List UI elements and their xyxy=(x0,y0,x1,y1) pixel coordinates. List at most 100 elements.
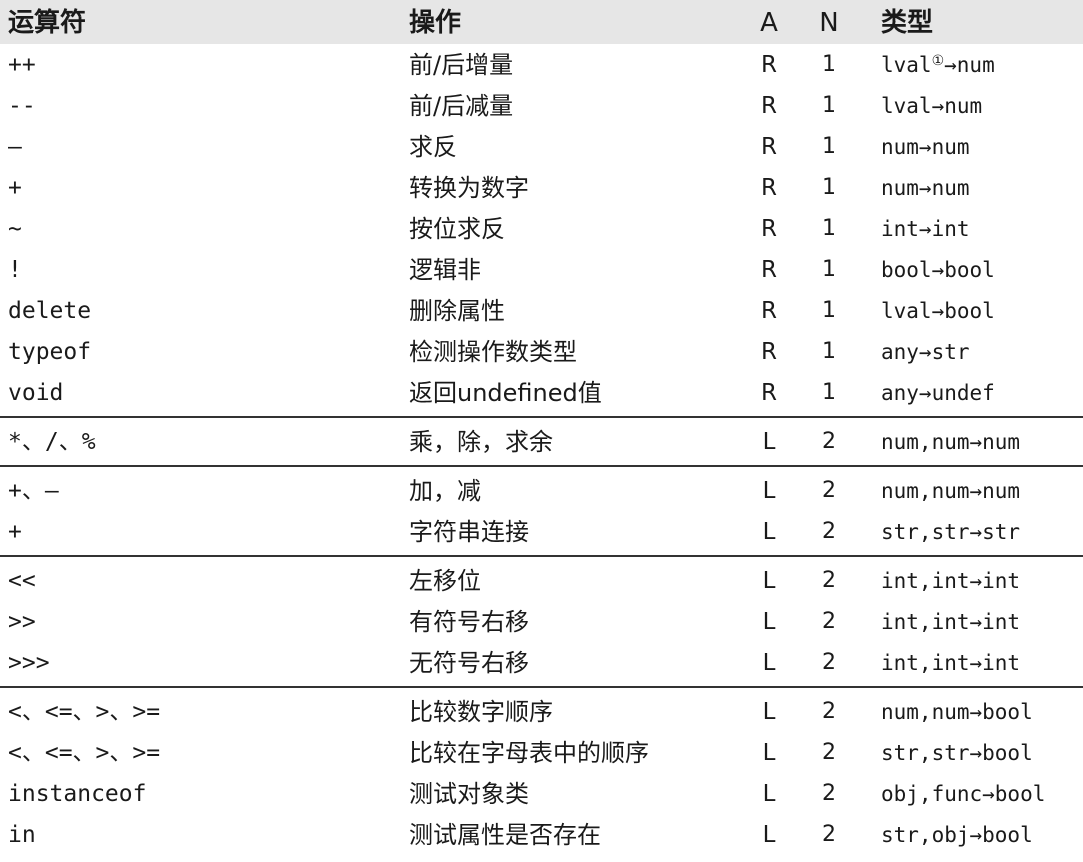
table-row: + 字符串连接 L 2 str,str→str xyxy=(0,511,1083,552)
type-cell: int,int→int xyxy=(881,610,1021,634)
table-header: 运算符 操作 A N 类型 xyxy=(0,0,1083,44)
operation-cell: 返回undefined值 xyxy=(409,379,602,407)
operation-cell: 删除属性 xyxy=(409,297,505,325)
operand-count-cell: 2 xyxy=(822,429,836,454)
type-cell: num,num→bool xyxy=(881,700,1033,724)
associativity-cell: R xyxy=(761,216,777,242)
type-cell: bool→bool xyxy=(881,258,995,282)
type-cell: str,str→bool xyxy=(881,741,1033,765)
table-row: *、/、% 乘，除，求余 L 2 num,num→num xyxy=(0,421,1083,462)
operation-cell: 无符号右移 xyxy=(409,649,529,677)
operator-cell: <、<=、>、>= xyxy=(8,699,161,725)
operator-cell: -- xyxy=(8,93,36,119)
operator-cell: ++ xyxy=(8,52,36,78)
operation-cell: 乘，除，求余 xyxy=(409,428,553,456)
type-cell: lval→num xyxy=(881,94,983,118)
associativity-cell: L xyxy=(762,781,776,807)
operation-cell: 求反 xyxy=(409,133,457,161)
operand-count-cell: 2 xyxy=(822,519,836,544)
type-cell: lval①→num xyxy=(881,49,995,81)
operator-cell: << xyxy=(8,568,36,594)
table-row: void 返回undefined值 R 1 any→undef xyxy=(0,372,1083,413)
header-operation: 操作 xyxy=(409,8,462,38)
operator-cell: ! xyxy=(8,257,22,283)
associativity-cell: L xyxy=(762,699,776,725)
type-cell: int→int xyxy=(881,217,970,241)
operation-cell: 前/后增量 xyxy=(409,51,514,79)
operator-cell: *、/、% xyxy=(8,429,96,455)
type-cell: num,num→num xyxy=(881,430,1021,454)
header-associativity: A xyxy=(760,8,778,38)
associativity-cell: L xyxy=(762,740,776,766)
operand-count-cell: 2 xyxy=(822,781,836,806)
operand-count-cell: 1 xyxy=(822,175,836,200)
operand-count-cell: 2 xyxy=(822,650,836,675)
table-row: << 左移位 L 2 int,int→int xyxy=(0,560,1083,601)
operand-count-cell: 1 xyxy=(822,257,836,282)
table-row: typeof 检测操作数类型 R 1 any→str xyxy=(0,331,1083,372)
operator-cell: + xyxy=(8,519,22,545)
header-operator: 运算符 xyxy=(8,8,87,38)
type-cell: str,str→str xyxy=(881,520,1021,544)
operation-cell: 前/后减量 xyxy=(409,92,514,120)
table-row: — 求反 R 1 num→num xyxy=(0,126,1083,167)
associativity-cell: R xyxy=(761,134,777,160)
associativity-cell: L xyxy=(762,519,776,545)
operator-cell: ~ xyxy=(8,216,22,242)
table-row: ++ 前/后增量 R 1 lval①→num xyxy=(0,44,1083,85)
operation-cell: 按位求反 xyxy=(409,215,505,243)
operand-count-cell: 1 xyxy=(822,298,836,323)
table-row: <、<=、>、>= 比较数字顺序 L 2 num,num→bool xyxy=(0,691,1083,732)
type-text-result: →num xyxy=(944,53,995,77)
operation-cell: 测试对象类 xyxy=(409,780,529,808)
operation-cell: 转换为数字 xyxy=(409,174,529,202)
operand-count-cell: 1 xyxy=(822,52,836,77)
operand-count-cell: 1 xyxy=(822,93,836,118)
operand-count-cell: 2 xyxy=(822,478,836,503)
operand-count-cell: 2 xyxy=(822,740,836,765)
table-row: in 测试属性是否存在 L 2 str,obj→bool xyxy=(0,814,1083,855)
operator-cell: +、— xyxy=(8,478,59,504)
table-row: <、<=、>、>= 比较在字母表中的顺序 L 2 str,str→bool xyxy=(0,732,1083,773)
operation-cell: 加，减 xyxy=(409,477,481,505)
group-divider xyxy=(0,413,1083,421)
associativity-cell: R xyxy=(761,257,777,283)
operation-cell: 左移位 xyxy=(409,567,481,595)
associativity-cell: R xyxy=(761,380,777,406)
table-row: + 转换为数字 R 1 num→num xyxy=(0,167,1083,208)
type-cell: obj,func→bool xyxy=(881,782,1046,806)
table-row: >>> 无符号右移 L 2 int,int→int xyxy=(0,642,1083,683)
associativity-cell: R xyxy=(761,175,777,201)
operand-count-cell: 2 xyxy=(822,568,836,593)
associativity-cell: L xyxy=(762,429,776,455)
type-cell: int,int→int xyxy=(881,569,1021,593)
operation-cell: 有符号右移 xyxy=(409,608,529,636)
operation-cell: 逻辑非 xyxy=(409,256,481,284)
operand-count-cell: 1 xyxy=(822,339,836,364)
associativity-cell: L xyxy=(762,650,776,676)
operand-count-cell: 1 xyxy=(822,380,836,405)
operator-cell: — xyxy=(8,134,22,160)
table-row: instanceof 测试对象类 L 2 obj,func→bool xyxy=(0,773,1083,814)
footnote-marker: ① xyxy=(931,53,945,69)
associativity-cell: L xyxy=(762,822,776,848)
operand-count-cell: 2 xyxy=(822,699,836,724)
table-row: +、— 加，减 L 2 num,num→num xyxy=(0,470,1083,511)
operation-cell: 检测操作数类型 xyxy=(409,338,577,366)
type-text: lval xyxy=(881,53,932,77)
operator-cell: in xyxy=(8,822,36,848)
type-cell: lval→bool xyxy=(881,299,995,323)
type-cell: any→undef xyxy=(881,381,995,405)
operation-cell: 比较数字顺序 xyxy=(409,698,553,726)
associativity-cell: R xyxy=(761,339,777,365)
group-divider xyxy=(0,552,1083,560)
operand-count-cell: 2 xyxy=(822,822,836,847)
operator-cell: instanceof xyxy=(8,781,147,807)
operation-cell: 测试属性是否存在 xyxy=(409,821,601,849)
associativity-cell: L xyxy=(762,478,776,504)
operator-cell: >>> xyxy=(8,650,50,676)
type-cell: any→str xyxy=(881,340,970,364)
table-row: ~ 按位求反 R 1 int→int xyxy=(0,208,1083,249)
operator-cell: + xyxy=(8,175,22,201)
operator-cell: typeof xyxy=(8,339,92,365)
